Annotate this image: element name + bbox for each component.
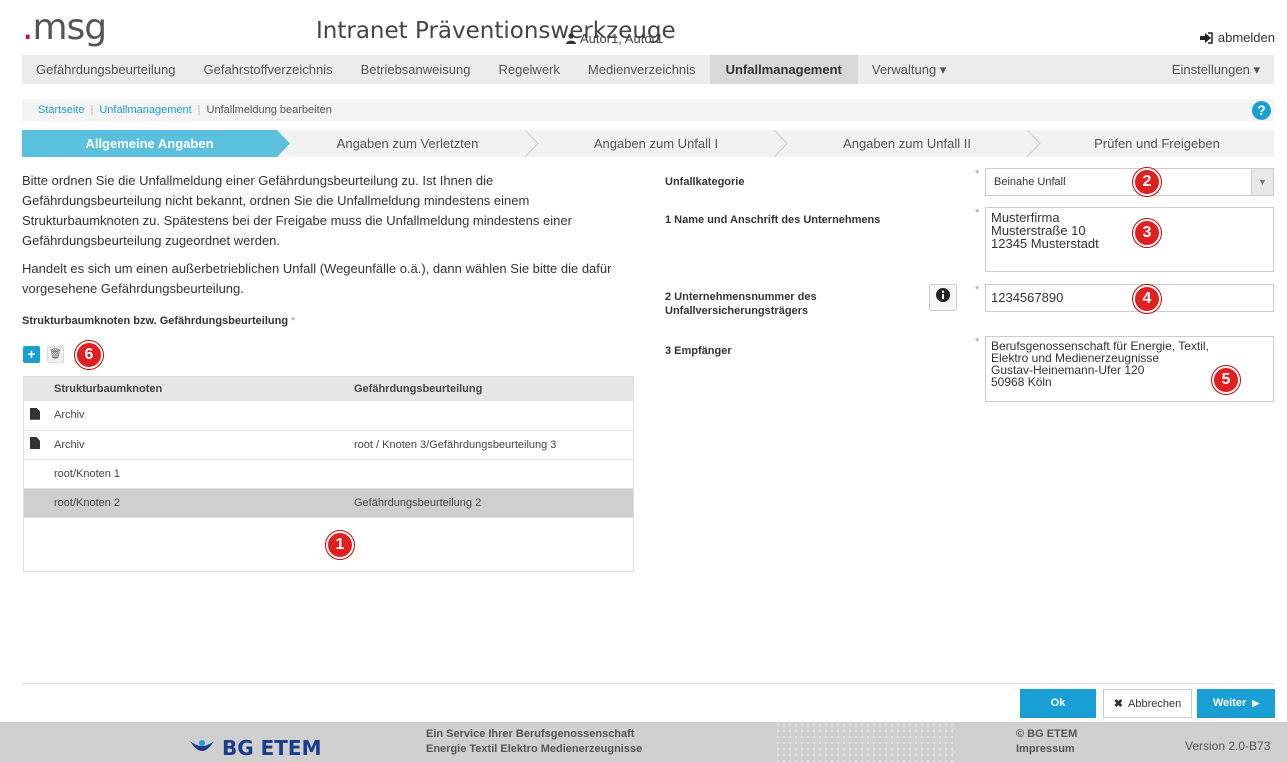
delete-button[interactable]: 🗑 bbox=[47, 346, 64, 363]
required-marker: * bbox=[975, 168, 980, 180]
table-row-selected[interactable]: root/Knoten 2 Gefährdungsbeurteilung 2 bbox=[24, 488, 633, 518]
nav-regelwerk[interactable]: Regelwerk bbox=[484, 55, 573, 84]
bg-etem-logo[interactable]: BG ETEM bbox=[188, 736, 322, 760]
cell-node: Archiv bbox=[46, 430, 346, 460]
cell-node: Archiv bbox=[46, 401, 346, 431]
callout-badge-1: 1 bbox=[326, 531, 354, 559]
help-icon[interactable]: ? bbox=[1252, 101, 1271, 120]
column-header-strukturbaumknoten[interactable]: Strukturbaumknoten bbox=[46, 377, 346, 401]
cell-node: root/Knoten 1 bbox=[46, 459, 346, 489]
wizard-step-unfall-2[interactable]: Angaben zum Unfall II bbox=[787, 130, 1027, 157]
tree-label-text: Strukturbaumknoten bzw. Gefährdungsbeurt… bbox=[22, 315, 289, 327]
wizard-step-allgemeine-angaben[interactable]: Allgemeine Angaben bbox=[22, 130, 277, 157]
cell-node: root/Knoten 2 bbox=[46, 488, 346, 518]
logout-icon bbox=[1199, 31, 1213, 44]
label-unternehmen: 1 Name und Anschrift des Unternehmens bbox=[665, 214, 881, 226]
nav-einstellungen[interactable]: Einstellungen ▾ bbox=[1158, 55, 1274, 84]
required-marker: * bbox=[975, 207, 980, 219]
nav-unfallmanagement[interactable]: Unfallmanagement bbox=[709, 55, 858, 84]
breadcrumb: Startseite | Unfallmanagement | Unfallme… bbox=[22, 99, 1274, 121]
callout-badge-4: 4 bbox=[1133, 285, 1161, 313]
callout-badge-3: 3 bbox=[1133, 219, 1161, 247]
unfallkategorie-select[interactable]: Beinahe Unfall ▼ bbox=[985, 168, 1274, 196]
nav-gefaehrdungsbeurteilung[interactable]: Gefährdungsbeurteilung bbox=[22, 55, 190, 84]
column-header-gefaehrdungsbeurteilung[interactable]: Gefährdungsbeurteilung bbox=[346, 377, 633, 401]
unfallkategorie-value: Beinahe Unfall bbox=[994, 176, 1066, 188]
intro-paragraph-2: Handelt es sich um einen außerbetrieblic… bbox=[22, 261, 612, 296]
next-label: Weiter bbox=[1212, 697, 1247, 709]
version-label: Version 2.0-B73 bbox=[1185, 739, 1271, 753]
table-header-row: Strukturbaumknoten Gefährdungsbeurteilun… bbox=[24, 377, 633, 401]
required-marker: * bbox=[975, 336, 980, 348]
copyright-text: © BG ETEM bbox=[1016, 728, 1078, 740]
next-button[interactable]: Weiter ▶ bbox=[1197, 689, 1275, 718]
callout-badge-2: 2 bbox=[1133, 168, 1161, 196]
tree-field-label: Strukturbaumknoten bzw. Gefährdungsbeurt… bbox=[22, 315, 295, 327]
wizard-steps: Allgemeine Angaben Angaben zum Verletzte… bbox=[22, 130, 1274, 157]
wizard-step-unfall-1[interactable]: Angaben zum Unfall I bbox=[538, 130, 774, 157]
info-icon[interactable] bbox=[929, 284, 957, 311]
nav-betriebsanweisung[interactable]: Betriebsanweisung bbox=[347, 55, 485, 84]
chevron-right-icon: ▶ bbox=[1252, 698, 1260, 708]
required-marker: * bbox=[975, 284, 980, 296]
breadcrumb-home[interactable]: Startseite bbox=[38, 104, 84, 116]
main-nav: Gefährdungsbeurteilung Gefahrstoffverzei… bbox=[22, 55, 1274, 84]
cancel-label: Abbrechen bbox=[1128, 698, 1182, 710]
cell-assessment: Gefährdungsbeurteilung 2 bbox=[346, 488, 633, 518]
footer-dot-pattern bbox=[775, 722, 955, 762]
wizard-step-pruefen[interactable]: Prüfen und Freigeben bbox=[1040, 130, 1274, 157]
bg-etem-logo-text: BG ETEM bbox=[222, 736, 322, 760]
required-marker: * bbox=[291, 315, 296, 327]
file-icon bbox=[30, 407, 40, 420]
bg-etem-logo-icon bbox=[190, 740, 214, 751]
logo-mark: . bbox=[22, 7, 33, 48]
footer-copyright: © BG ETEM Impressum bbox=[1016, 727, 1077, 757]
unternehmensnummer-input[interactable]: 1234567890 bbox=[985, 284, 1274, 312]
current-user: Autor1, Autor1 bbox=[566, 31, 663, 46]
ok-button[interactable]: Ok bbox=[1020, 689, 1096, 718]
nav-gefahrstoffverzeichnis[interactable]: Gefahrstoffverzeichnis bbox=[190, 55, 347, 84]
nav-verwaltung[interactable]: Verwaltung ▾ bbox=[858, 55, 960, 84]
user-name: Autor1, Autor1 bbox=[580, 31, 664, 46]
logout-link[interactable]: abmelden bbox=[1199, 30, 1275, 45]
callout-badge-5: 5 bbox=[1212, 366, 1240, 394]
logout-label: abmelden bbox=[1217, 30, 1275, 45]
breadcrumb-section[interactable]: Unfallmanagement bbox=[99, 104, 191, 116]
breadcrumb-current: Unfallmeldung bearbeiten bbox=[206, 104, 332, 116]
divider bbox=[22, 683, 1274, 684]
wizard-step-angaben-verletzten[interactable]: Angaben zum Verletzten bbox=[290, 130, 525, 157]
table-row[interactable]: Archiv root / Knoten 3/Gefährdungsbeurte… bbox=[24, 430, 633, 460]
unternehmen-textarea[interactable]: Musterfirma Musterstraße 10 12345 Muster… bbox=[985, 207, 1274, 272]
callout-badge-6: 6 bbox=[75, 341, 103, 369]
table-row[interactable]: Archiv bbox=[24, 401, 633, 431]
label-empfaenger: 3 Empfänger bbox=[665, 345, 732, 357]
header-icon-cell bbox=[24, 377, 46, 401]
close-icon: ✖ bbox=[1113, 698, 1123, 710]
app-window: .msg Intranet Präventionswerkzeuge Autor… bbox=[0, 0, 1287, 762]
cancel-button[interactable]: ✖ Abbrechen bbox=[1103, 689, 1192, 718]
impressum-link[interactable]: Impressum bbox=[1016, 742, 1077, 757]
chevron-down-icon[interactable]: ▼ bbox=[1251, 169, 1273, 195]
cell-assessment bbox=[346, 459, 633, 489]
label-unfallkategorie: Unfallkategorie bbox=[665, 176, 745, 188]
add-button[interactable]: + bbox=[23, 346, 40, 363]
label-unternehmensnummer: 2 Unternehmensnummer des Unfallversicher… bbox=[665, 291, 817, 317]
msg-logo[interactable]: .msg bbox=[22, 7, 107, 48]
user-icon bbox=[566, 33, 576, 44]
cell-assessment: root / Knoten 3/Gefährdungsbeurteilung 3 bbox=[346, 430, 633, 460]
file-icon bbox=[30, 437, 40, 449]
logo-text: msg bbox=[32, 7, 107, 48]
footer-service-text: Ein Service Ihrer Berufsgenossenschaft E… bbox=[426, 728, 643, 755]
cell-assessment bbox=[346, 401, 633, 431]
table-row[interactable]: root/Knoten 1 bbox=[24, 459, 633, 489]
nav-medienverzeichnis[interactable]: Medienverzeichnis bbox=[574, 55, 710, 84]
intro-paragraph-1: Bitte ordnen Sie die Unfallmeldung einer… bbox=[22, 173, 572, 248]
